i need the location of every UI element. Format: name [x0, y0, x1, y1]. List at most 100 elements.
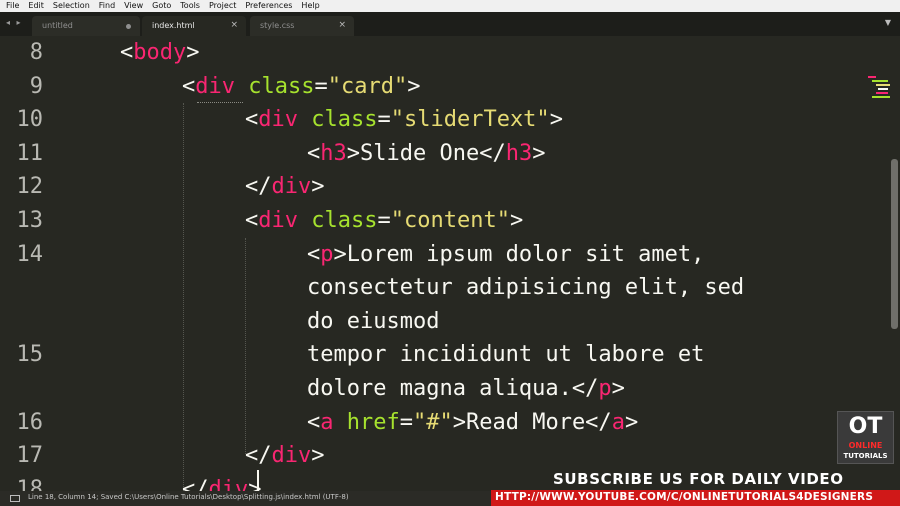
- status-text: Line 18, Column 14; Saved C:\Users\Onlin…: [28, 493, 349, 501]
- menu-find[interactable]: Find: [99, 0, 115, 12]
- code-token: div: [258, 208, 298, 233]
- code-token: "content": [390, 208, 510, 233]
- code-token: </: [245, 174, 272, 200]
- code-token: >: [532, 140, 546, 166]
- code-token: >Slide One</: [346, 140, 506, 166]
- code-token: h3: [505, 140, 533, 166]
- menu-help[interactable]: Help: [301, 0, 319, 12]
- code-line[interactable]: </div>: [182, 473, 262, 491]
- code-token: div: [208, 476, 249, 491]
- code-line[interactable]: dolore magna aliqua.</p>: [307, 372, 625, 406]
- menu-preferences[interactable]: Preferences: [245, 0, 292, 12]
- code-area[interactable]: <body> <div class="card"> <div class="slid…: [0, 36, 860, 491]
- code-line[interactable]: <p>Lorem ipsum dolor sit amet,: [307, 238, 704, 272]
- menu-view[interactable]: View: [124, 0, 143, 12]
- menu-selection[interactable]: Selection: [53, 0, 90, 12]
- tab-menu-chevron-down-icon[interactable]: ▼: [885, 18, 891, 27]
- tab-untitled[interactable]: untitled: [32, 16, 140, 36]
- code-token: p: [598, 376, 612, 401]
- tab-label: style.css: [260, 21, 295, 30]
- code-line[interactable]: consectetur adipisicing elit, sed: [307, 271, 744, 305]
- code-token: >: [248, 476, 262, 491]
- code-line[interactable]: <body>: [120, 36, 199, 70]
- tab-bar: ◂ ▸ untitled index.html × style.css × ▼: [0, 12, 900, 36]
- code-token: <: [307, 140, 321, 166]
- code-token: div: [258, 107, 298, 133]
- text-cursor: [257, 470, 259, 491]
- code-token: >: [549, 107, 563, 133]
- code-token: >: [624, 409, 639, 435]
- code-token: class: [311, 208, 378, 233]
- code-token: >: [311, 443, 325, 469]
- tab-style-css[interactable]: style.css ×: [250, 16, 354, 36]
- code-line[interactable]: <a href="#">Read More</a>: [307, 406, 638, 440]
- code-token: p: [320, 241, 334, 267]
- indent-guide: [183, 103, 184, 491]
- code-token: <: [307, 241, 321, 267]
- logo-sub-online: ONLINE: [848, 441, 883, 450]
- unsaved-dot-icon[interactable]: [126, 24, 131, 29]
- code-token: class: [311, 107, 378, 133]
- menu-file[interactable]: File: [6, 0, 19, 12]
- menu-bar: File Edit Selection Find View Goto Tools…: [0, 0, 900, 12]
- code-token: "#": [412, 409, 453, 435]
- code-token: =: [377, 107, 391, 133]
- code-token: div: [271, 174, 312, 200]
- code-token: </: [182, 476, 209, 491]
- logo-sub-tutorials: TUTORIALS: [843, 452, 888, 460]
- code-token: >: [186, 40, 200, 65]
- code-token: </: [245, 443, 272, 469]
- code-token: a: [320, 409, 334, 435]
- indent-guide: [245, 238, 246, 454]
- code-token: =: [399, 409, 413, 435]
- code-token: >Read More</: [452, 409, 612, 435]
- code-line[interactable]: <div class="sliderText">: [245, 103, 563, 137]
- code-line[interactable]: </div>: [245, 439, 325, 473]
- code-token: <: [182, 73, 196, 99]
- url-text: HTTP://WWW.YOUTUBE.COM/C/ONLINETUTORIALS…: [495, 491, 874, 503]
- channel-logo: OT ONLINE TUTORIALS: [837, 411, 894, 464]
- close-icon[interactable]: ×: [230, 20, 238, 30]
- menu-edit[interactable]: Edit: [28, 0, 44, 12]
- vertical-scrollbar[interactable]: [891, 159, 898, 329]
- code-line[interactable]: do eiusmod: [307, 305, 439, 339]
- code-token: <: [245, 208, 259, 233]
- close-icon[interactable]: ×: [338, 20, 346, 30]
- code-token: =: [377, 208, 391, 233]
- tab-label: index.html: [152, 21, 195, 30]
- code-token: >: [509, 208, 524, 233]
- url-banner: HTTP://WWW.YOUTUBE.COM/C/ONLINETUTORIALS…: [491, 490, 900, 506]
- code-line[interactable]: </div>: [245, 170, 325, 204]
- code-token: href: [346, 409, 400, 435]
- tab-index-html[interactable]: index.html ×: [142, 16, 246, 36]
- code-editor[interactable]: 8 9 10 11 12 13 14 15 16 17 18 <body> <di…: [0, 36, 900, 491]
- tab-nav-arrows-icon[interactable]: ◂ ▸: [6, 18, 23, 27]
- minimap[interactable]: [866, 74, 892, 102]
- code-token: div: [195, 73, 235, 99]
- code-token: tempor incididunt ut labore et: [307, 342, 705, 368]
- code-token: <: [120, 40, 134, 65]
- code-token: class: [248, 73, 315, 99]
- menu-goto[interactable]: Goto: [152, 0, 171, 12]
- menu-tools[interactable]: Tools: [180, 0, 200, 12]
- code-token: consectetur adipisicing elit, sed: [307, 275, 745, 301]
- panel-toggle-icon[interactable]: [10, 495, 20, 502]
- code-token: do eiusmod: [307, 308, 440, 334]
- code-token: =: [314, 73, 328, 99]
- code-token: body: [133, 40, 187, 65]
- code-line[interactable]: <div class="content">: [245, 204, 523, 238]
- code-line[interactable]: <div class="card">: [182, 70, 420, 104]
- code-token: <: [307, 409, 321, 435]
- code-token: "sliderText": [390, 107, 550, 133]
- code-token: h3: [320, 140, 347, 166]
- code-token: >Lorem ipsum dolor sit amet,: [333, 241, 705, 267]
- code-token: a: [611, 409, 625, 435]
- code-line[interactable]: tempor incididunt ut labore et: [307, 338, 704, 372]
- code-line[interactable]: <h3>Slide One</h3>: [307, 137, 545, 171]
- code-token: dolore magna aliqua.</: [307, 376, 599, 401]
- menu-project[interactable]: Project: [209, 0, 236, 12]
